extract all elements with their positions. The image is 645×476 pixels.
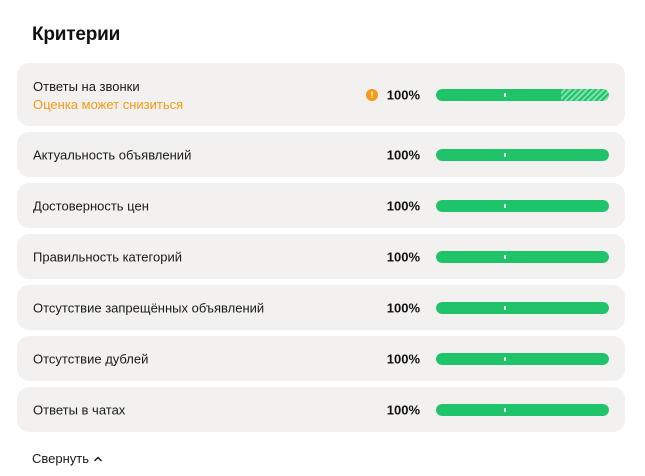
progress-bar-fill [436,250,609,263]
criterion-row: Актуальность объявлений 100% [17,132,625,177]
progress-bar-marker [504,407,506,412]
progress-bar [436,352,609,365]
criterion-row: Ответы в чатах 100% [17,387,625,432]
chevron-up-icon [94,456,102,461]
progress-bar-fill [436,352,609,365]
progress-bar-fill [436,148,609,161]
progress-bar-fill [436,199,609,212]
collapse-label: Свернуть [32,451,90,466]
criterion-percent: 100% [386,249,420,264]
progress-bar-marker [504,356,506,361]
progress-bar [436,403,609,416]
criterion-percent: 100% [386,351,420,366]
progress-bar-marker [504,152,506,157]
criterion-percent: 100% [386,402,420,417]
progress-bar-fill [436,403,609,416]
progress-bar-marker [504,203,506,208]
criterion-label: Правильность категорий [33,249,182,264]
criterion-percent: 100% [386,147,420,162]
criterion-label: Актуальность объявлений [33,147,192,162]
criterion-row: Достоверность цен 100% [17,183,625,228]
criterion-label: Отсутствие запрещённых объявлений [33,300,265,315]
page-title: Критерии [32,24,121,45]
progress-bar-marker [504,305,506,310]
progress-bar-marker [504,92,506,97]
criterion-label: Ответы на звонки [33,79,140,94]
progress-bar-projected [560,88,609,101]
criterion-label: Ответы в чатах [33,402,126,417]
criterion-percent: 100% [386,300,420,315]
criterion-label: Достоверность цен [33,198,149,213]
progress-bar-fill [436,301,609,314]
progress-bar [436,88,609,101]
collapse-button[interactable]: Свернуть [32,451,103,466]
criterion-percent: 100% [386,198,420,213]
criteria-list: Ответы на звонки Оценка может снизиться! 1… [17,63,625,438]
criterion-row: Отсутствие запрещённых объявлений 100% [17,285,625,330]
criterion-row: Ответы на звонки Оценка может снизиться! 1… [17,63,625,126]
progress-bar-fill [436,88,561,101]
progress-bar [436,250,609,263]
exclamation-circle-icon[interactable]: ! [366,88,378,101]
progress-bar-marker [504,254,506,259]
criterion-warning: Оценка может снизиться [33,97,184,112]
criterion-row: Отсутствие дублей 100% [17,336,625,381]
criterion-percent: 100% [386,87,420,102]
criterion-row: Правильность категорий 100% [17,234,625,279]
progress-bar [436,199,609,212]
progress-bar [436,148,609,161]
criterion-label: Отсутствие дублей [33,351,149,366]
progress-bar [436,301,609,314]
